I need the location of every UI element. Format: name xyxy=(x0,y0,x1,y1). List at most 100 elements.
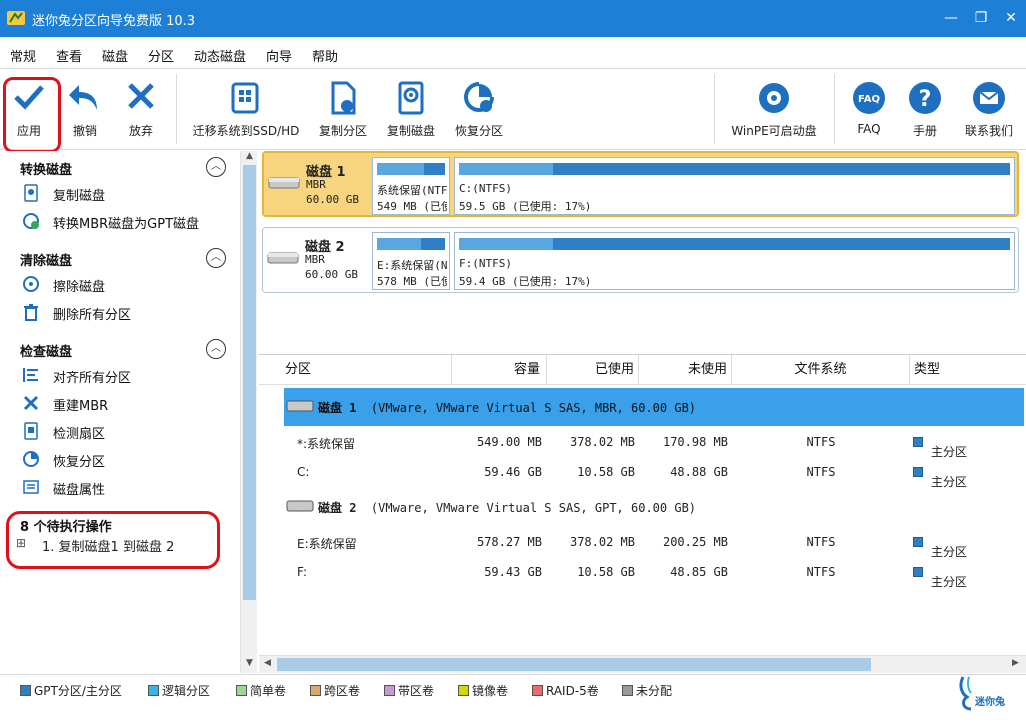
restore-button[interactable]: ❐ xyxy=(971,9,991,27)
legend-logical: 逻辑分区 xyxy=(148,682,210,699)
menu-wizard[interactable]: 向导 xyxy=(266,46,292,65)
menu-help[interactable]: 帮助 xyxy=(312,46,338,65)
copy-partition-icon xyxy=(331,81,356,115)
disk-1-block[interactable]: 磁盘 1 MBR 60.00 GB 系统保留(NTFS) 549 MB (已使用… xyxy=(262,151,1019,217)
boot-disc-icon xyxy=(759,83,789,113)
legend-raid5: RAID-5卷 xyxy=(532,682,599,699)
partition-table: 分区 容量 已使用 未使用 文件系统 类型 磁盘 1 (VMware, VMwa… xyxy=(259,354,1026,654)
mail-icon xyxy=(973,82,1005,114)
legend-mirrored: 镜像卷 xyxy=(458,682,508,699)
partition-block[interactable]: 系统保留(NTFS) 549 MB (已使用: 68%) xyxy=(372,157,450,215)
legend-spanned: 跨区卷 xyxy=(310,682,360,699)
collapse-chevron-up-icon[interactable]: ︿ xyxy=(206,248,226,268)
primary-partition-swatch xyxy=(913,567,923,577)
disk-2-block[interactable]: 磁盘 2 MBR 60.00 GB E:系统保留(NTFS) 578 MB (已… xyxy=(262,227,1019,293)
manual-button[interactable]: ? 手册 xyxy=(902,70,948,148)
section-clean-disk: 清除磁盘 xyxy=(20,254,73,269)
recover-partition-icon xyxy=(464,82,494,112)
hard-disk-icon xyxy=(286,400,314,412)
toolbar-separator xyxy=(176,74,177,144)
menu-partition[interactable]: 分区 xyxy=(148,46,174,65)
table-horizontal-scrollbar[interactable]: ◀ ▶ xyxy=(259,655,1026,673)
wipe-disk-icon xyxy=(23,276,39,292)
recover-partition-icon xyxy=(23,451,39,467)
legend-swatch xyxy=(458,685,469,696)
undo-button[interactable]: 撤销 xyxy=(60,70,110,148)
column-header-type[interactable]: 类型 xyxy=(910,355,1026,385)
primary-partition-swatch xyxy=(913,437,923,447)
copy-disk-icon xyxy=(398,81,424,115)
faq-icon: FAQ xyxy=(853,82,885,114)
partition-block[interactable]: E:系统保留(NTFS) 578 MB (已使用: 65%) xyxy=(372,232,450,290)
table-row[interactable]: C: 59.46 GB 10.58 GB 48.88 GB NTFS 主分区 xyxy=(259,457,1026,489)
copy-disk-button[interactable]: 复制磁盘 xyxy=(380,70,442,148)
svg-text:FAQ: FAQ xyxy=(858,94,880,105)
migrate-os-icon xyxy=(231,82,259,114)
scrollbar-thumb[interactable] xyxy=(243,165,256,600)
sidebar-scrollbar[interactable]: ▲ ▼ xyxy=(240,151,257,673)
legend-unallocated: 未分配 xyxy=(622,682,672,699)
primary-partition-swatch xyxy=(913,467,923,477)
copy-disk-icon xyxy=(24,184,38,202)
column-header-capacity[interactable]: 容量 xyxy=(452,355,547,385)
menu-general[interactable]: 常规 xyxy=(10,46,36,65)
legend-swatch xyxy=(384,685,395,696)
table-row[interactable]: F: 59.43 GB 10.58 GB 48.85 GB NTFS 主分区 xyxy=(259,557,1026,589)
menu-view[interactable]: 查看 xyxy=(56,46,82,65)
hard-disk-icon xyxy=(286,500,314,512)
brand-logo: 迷你兔 xyxy=(957,675,1019,715)
minimize-button[interactable]: — xyxy=(941,9,961,27)
migrate-os-button[interactable]: 迁移系统到SSD/HD xyxy=(190,70,302,148)
scroll-left-arrow-icon[interactable]: ◀ xyxy=(259,658,276,668)
collapse-chevron-up-icon[interactable]: ︿ xyxy=(206,157,226,177)
section-check-disk: 检查磁盘 xyxy=(20,345,73,360)
table-row-disk-2[interactable]: 磁盘 2 (VMware, VMware Virtual S SAS, GPT,… xyxy=(284,488,1024,526)
scroll-up-arrow-icon[interactable]: ▲ xyxy=(241,151,258,161)
align-icon xyxy=(23,368,38,382)
partition-block[interactable]: C:(NTFS) 59.5 GB (已使用: 17%) xyxy=(454,157,1015,215)
toolbar-separator xyxy=(714,74,715,144)
collapse-chevron-up-icon[interactable]: ︿ xyxy=(206,339,226,359)
table-header: 分区 容量 已使用 未使用 文件系统 类型 xyxy=(259,355,1026,385)
disk-map: 磁盘 1 MBR 60.00 GB 系统保留(NTFS) 549 MB (已使用… xyxy=(259,151,1026,353)
scrollbar-thumb[interactable] xyxy=(277,658,871,671)
menu-dynamic-disk[interactable]: 动态磁盘 xyxy=(194,46,246,65)
legend-swatch xyxy=(148,685,159,696)
app-logo-icon xyxy=(7,11,25,25)
section-convert-disk: 转换磁盘 xyxy=(20,163,73,178)
column-header-filesystem[interactable]: 文件系统 xyxy=(732,355,910,385)
winpe-boot-button[interactable]: WinPE可启动盘 xyxy=(726,70,822,148)
column-header-partition[interactable]: 分区 xyxy=(259,355,452,385)
primary-partition-swatch xyxy=(913,537,923,547)
help-question-icon: ? xyxy=(909,82,941,114)
rabbit-logo-icon xyxy=(959,676,972,711)
undo-arrow-icon xyxy=(69,85,97,110)
partition-block[interactable]: F:(NTFS) 59.4 GB (已使用: 17%) xyxy=(454,232,1015,290)
discard-button[interactable]: 放弃 xyxy=(116,70,166,148)
contact-us-button[interactable]: 联系我们 xyxy=(958,70,1020,148)
legend-striped: 带区卷 xyxy=(384,682,434,699)
faq-button[interactable]: FAQ FAQ xyxy=(846,70,892,148)
trash-icon xyxy=(24,304,38,321)
surface-test-icon xyxy=(24,422,38,440)
table-row[interactable]: E:系统保留 578.27 MB 378.02 MB 200.25 MB NTF… xyxy=(259,527,1026,559)
toolbar-separator xyxy=(834,74,835,144)
legend-swatch xyxy=(20,685,31,696)
copy-partition-button[interactable]: 复制分区 xyxy=(312,70,374,148)
column-header-used[interactable]: 已使用 xyxy=(547,355,639,385)
close-button[interactable]: ✕ xyxy=(1001,9,1021,27)
table-row[interactable]: *:系统保留 549.00 MB 378.02 MB 170.98 MB NTF… xyxy=(259,427,1026,459)
legend-swatch xyxy=(622,685,633,696)
hard-disk-icon xyxy=(267,252,299,264)
legend-swatch xyxy=(532,685,543,696)
table-row-disk-1[interactable]: 磁盘 1 (VMware, VMware Virtual S SAS, MBR,… xyxy=(284,388,1024,426)
column-header-unused[interactable]: 未使用 xyxy=(639,355,732,385)
close-x-icon xyxy=(128,83,154,109)
title-bar: 迷你兔分区向导免费版 10.3 — ❐ ✕ xyxy=(0,0,1026,37)
scroll-down-arrow-icon[interactable]: ▼ xyxy=(241,658,258,668)
recover-partition-button[interactable]: 恢复分区 xyxy=(448,70,510,148)
scroll-right-arrow-icon[interactable]: ▶ xyxy=(1007,658,1024,668)
tools-icon xyxy=(23,395,39,411)
pending-ops-highlight-ring xyxy=(6,511,220,569)
menu-disk[interactable]: 磁盘 xyxy=(102,46,128,65)
